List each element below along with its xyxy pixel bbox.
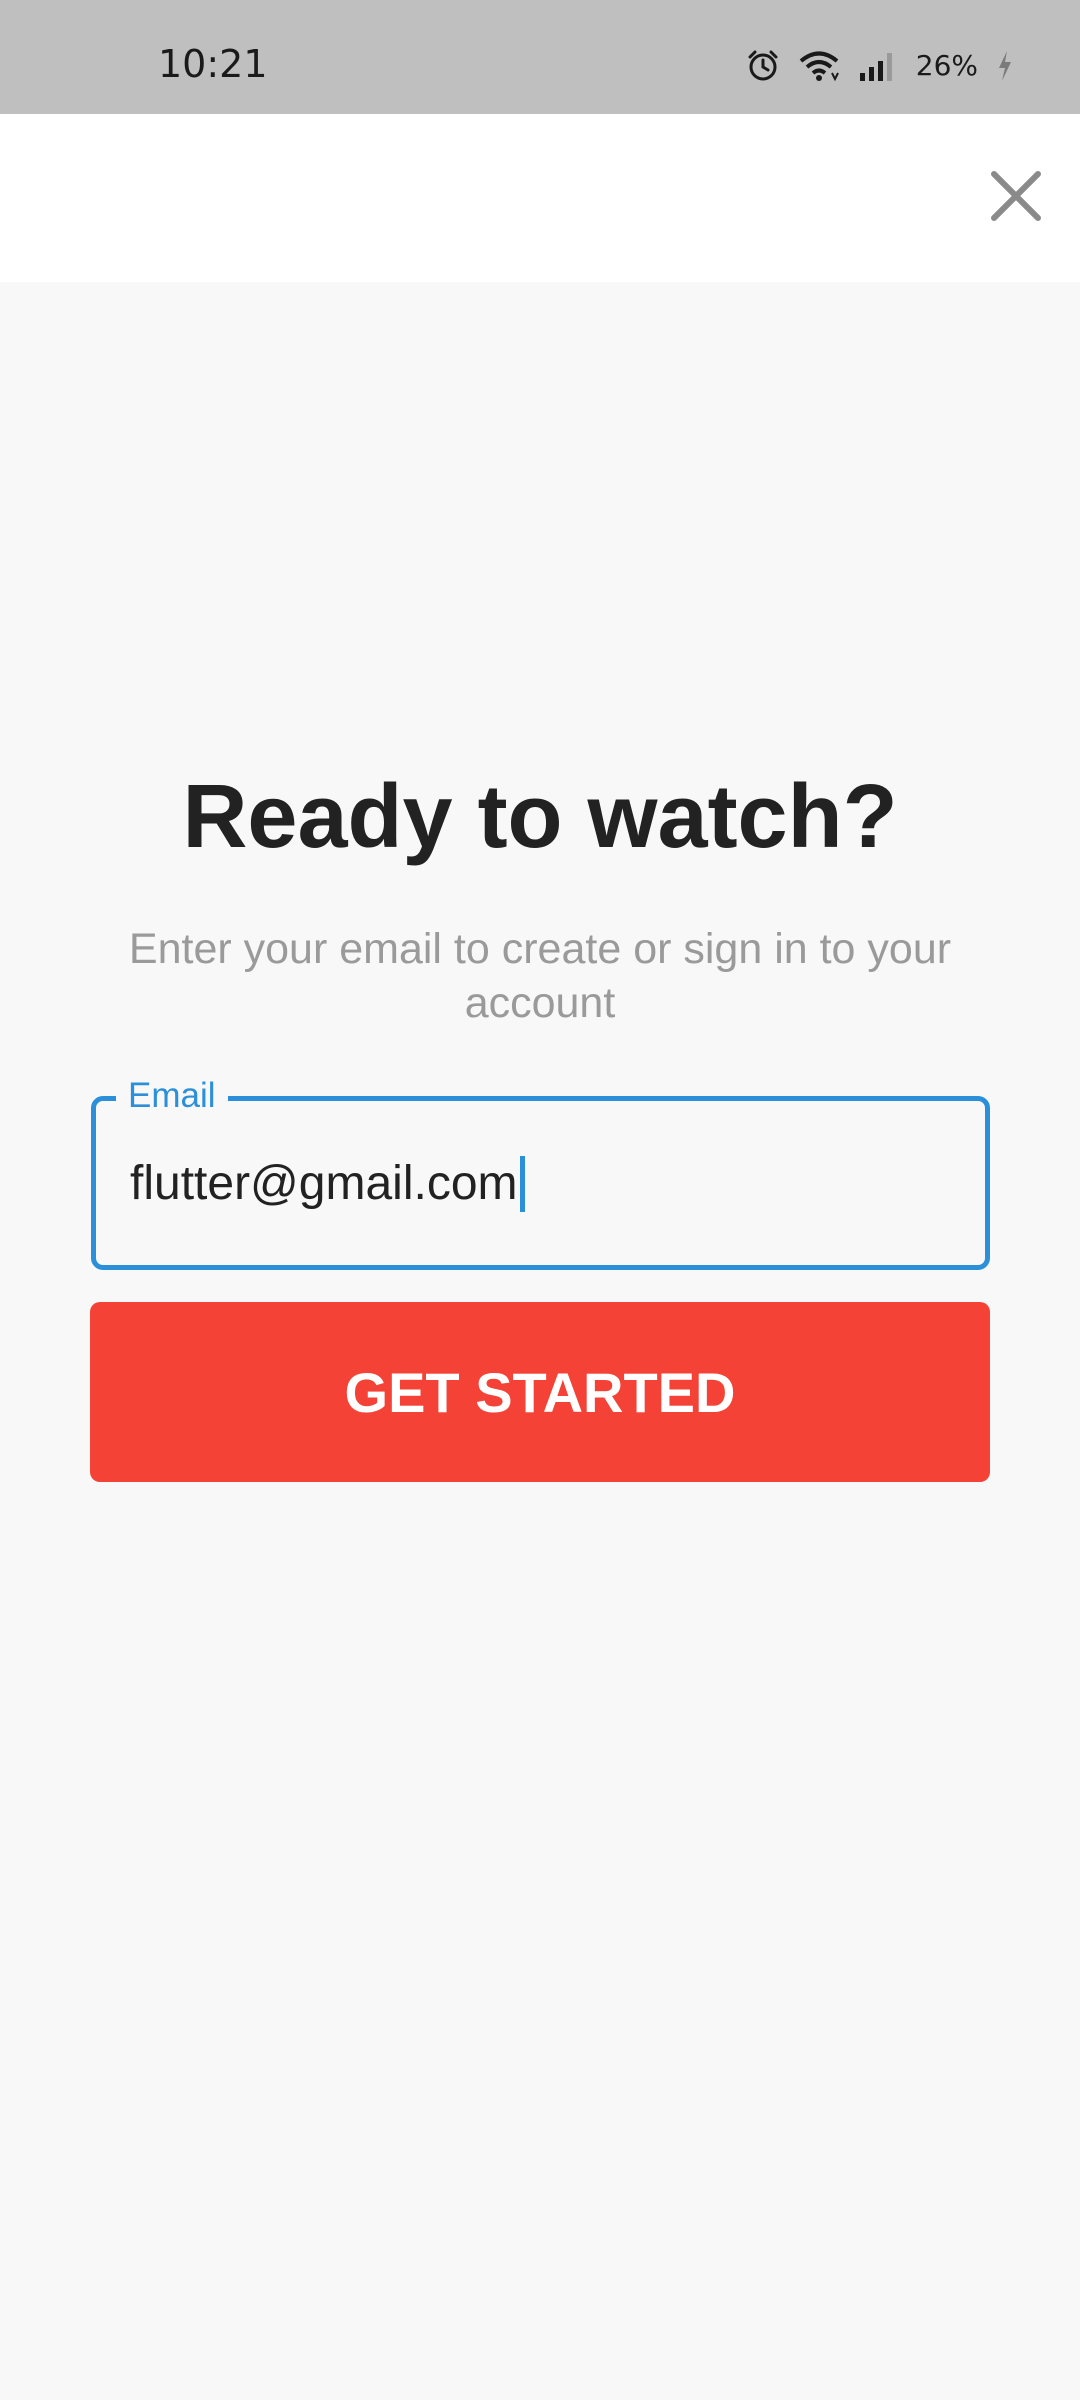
close-button[interactable] — [982, 164, 1050, 232]
email-field-label: Email — [116, 1075, 228, 1117]
charging-icon — [996, 49, 1014, 83]
signal-icon — [858, 49, 898, 83]
status-time: 10:21 — [158, 42, 268, 86]
battery-percent: 26% — [915, 49, 978, 82]
app-bar — [0, 114, 1080, 282]
main-content: Ready to watch? Enter your email to crea… — [0, 282, 1080, 2400]
close-icon — [988, 168, 1044, 229]
text-caret — [519, 1156, 525, 1212]
wifi-icon — [798, 49, 840, 83]
status-bar: 10:21 26% — [0, 0, 1080, 114]
email-input[interactable]: flutter@gmail.com — [130, 1155, 525, 1213]
email-field[interactable]: Email flutter@gmail.com — [91, 1075, 990, 1270]
page-title: Ready to watch? — [182, 767, 898, 867]
alarm-icon — [746, 49, 780, 83]
status-icons: 26% — [746, 46, 1014, 86]
email-input-value: flutter@gmail.com — [130, 1157, 518, 1210]
get-started-button[interactable]: GET STARTED — [90, 1302, 990, 1482]
page-subtitle: Enter your email to create or sign in to… — [128, 925, 952, 1027]
